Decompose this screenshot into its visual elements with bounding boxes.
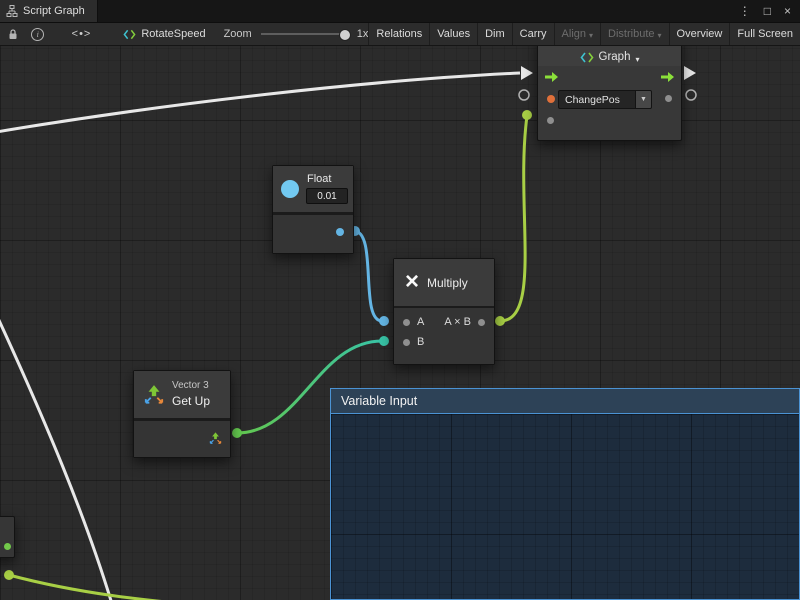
multiply-node-ports: A A × B B bbox=[394, 308, 494, 364]
multiply-b-port[interactable] bbox=[403, 339, 410, 346]
variable-select-value: ChangePos bbox=[559, 91, 635, 108]
variable-select[interactable]: ChangePos ▼ bbox=[558, 90, 652, 109]
getup-node-header: Vector 3 Get Up bbox=[134, 371, 230, 421]
chevron-down-icon: ▾ bbox=[635, 55, 639, 64]
event-input-row bbox=[538, 110, 681, 132]
graph-asset-label: RotateSpeed bbox=[141, 28, 205, 40]
maximize-icon[interactable]: □ bbox=[764, 5, 771, 17]
script-graph-window: Variable Input Float bbox=[0, 0, 800, 600]
script-graph-tab-icon bbox=[6, 5, 18, 17]
group-title[interactable]: Variable Input bbox=[331, 389, 799, 414]
info-icon[interactable]: i bbox=[30, 28, 46, 41]
flow-in-arrow-icon[interactable] bbox=[545, 72, 558, 82]
overview-button[interactable]: Overview bbox=[669, 23, 730, 45]
flow-out-arrow-icon[interactable] bbox=[661, 72, 674, 82]
tab-script-graph[interactable]: Script Graph bbox=[0, 0, 98, 22]
float-node-header: Float bbox=[273, 166, 353, 215]
multiply-a-label: A bbox=[417, 316, 424, 328]
chevron-down-icon: ▾ bbox=[658, 31, 662, 40]
lock-icon[interactable] bbox=[5, 28, 21, 41]
multiply-node-title: Multiply bbox=[427, 276, 468, 290]
window-titlebar: Script Graph ⋮ □ × bbox=[0, 0, 800, 22]
float-node-ports bbox=[273, 215, 353, 253]
vector3-get-up-node[interactable]: Vector 3 Get Up bbox=[133, 370, 231, 458]
float-output-port[interactable] bbox=[336, 228, 344, 236]
getup-type-label: Vector 3 bbox=[172, 380, 209, 391]
dropdown-arrow-icon[interactable]: ▼ bbox=[635, 91, 651, 108]
multiply-a-port[interactable] bbox=[403, 319, 410, 326]
zoom-label: Zoom bbox=[224, 28, 252, 40]
getup-node-title: Get Up bbox=[172, 394, 210, 408]
offscreen-node-port[interactable] bbox=[4, 543, 11, 550]
zoom-value: 1x bbox=[357, 28, 369, 40]
carry-button[interactable]: Carry bbox=[512, 23, 554, 45]
float-value-input[interactable] bbox=[306, 188, 348, 204]
multiply-icon: × bbox=[405, 270, 419, 294]
group-body[interactable] bbox=[331, 414, 799, 599]
toolbar-buttons: Relations Values Dim Carry Align▾ Distri… bbox=[368, 23, 800, 45]
close-icon[interactable]: × bbox=[784, 5, 791, 17]
window-menu-icon[interactable]: ⋮ bbox=[739, 5, 751, 17]
tab-label: Script Graph bbox=[23, 5, 85, 17]
values-button[interactable]: Values bbox=[429, 23, 477, 45]
getup-output-port[interactable] bbox=[208, 431, 223, 451]
window-controls: ⋮ □ × bbox=[739, 5, 800, 17]
vector3-axes-icon bbox=[142, 383, 166, 412]
variable-input-group[interactable]: Variable Input bbox=[330, 388, 800, 600]
distribute-button[interactable]: Distribute▾ bbox=[600, 23, 668, 45]
float-node[interactable]: Float bbox=[272, 165, 354, 254]
zoom-slider[interactable] bbox=[261, 33, 350, 35]
graph-asset-icon bbox=[123, 29, 136, 40]
relations-button[interactable]: Relations bbox=[368, 23, 429, 45]
script-graph-icon bbox=[580, 52, 594, 63]
multiply-row-b: B bbox=[394, 332, 494, 352]
align-button[interactable]: Align▾ bbox=[554, 23, 600, 45]
multiply-b-label: B bbox=[417, 336, 424, 348]
event-value-out-port[interactable] bbox=[665, 95, 672, 102]
fullscreen-button[interactable]: Full Screen bbox=[729, 23, 800, 45]
event-node-title: Graph bbox=[599, 51, 631, 63]
graph-toolbar: i <•> RotateSpeed Zoom 1x Relations Valu… bbox=[0, 22, 800, 46]
multiply-row-a: A A × B bbox=[394, 312, 494, 332]
event-variable-row: ChangePos ▼ bbox=[538, 88, 681, 110]
getup-node-ports bbox=[134, 421, 230, 457]
offscreen-node-sliver[interactable] bbox=[0, 516, 15, 558]
variable-target-port[interactable] bbox=[547, 95, 555, 103]
chevron-down-icon: ▾ bbox=[589, 31, 593, 40]
multiply-node[interactable]: × Multiply A A × B B bbox=[393, 258, 495, 365]
event-flow-row bbox=[538, 66, 681, 88]
multiply-output-label: A × B bbox=[444, 316, 471, 328]
graph-inspector-icon[interactable]: <•> bbox=[72, 28, 92, 40]
graph-asset-name[interactable]: RotateSpeed bbox=[123, 28, 205, 40]
dim-button[interactable]: Dim bbox=[477, 23, 512, 45]
event-value-in-port[interactable] bbox=[547, 117, 554, 124]
float-type-icon bbox=[281, 180, 299, 198]
multiply-node-header: × Multiply bbox=[394, 259, 494, 308]
zoom-slider-knob[interactable] bbox=[339, 29, 351, 41]
event-graph-node[interactable]: Graph ▾ ChangePos ▼ bbox=[537, 36, 682, 141]
multiply-output-port[interactable] bbox=[478, 319, 485, 326]
float-node-title: Float bbox=[307, 173, 331, 185]
